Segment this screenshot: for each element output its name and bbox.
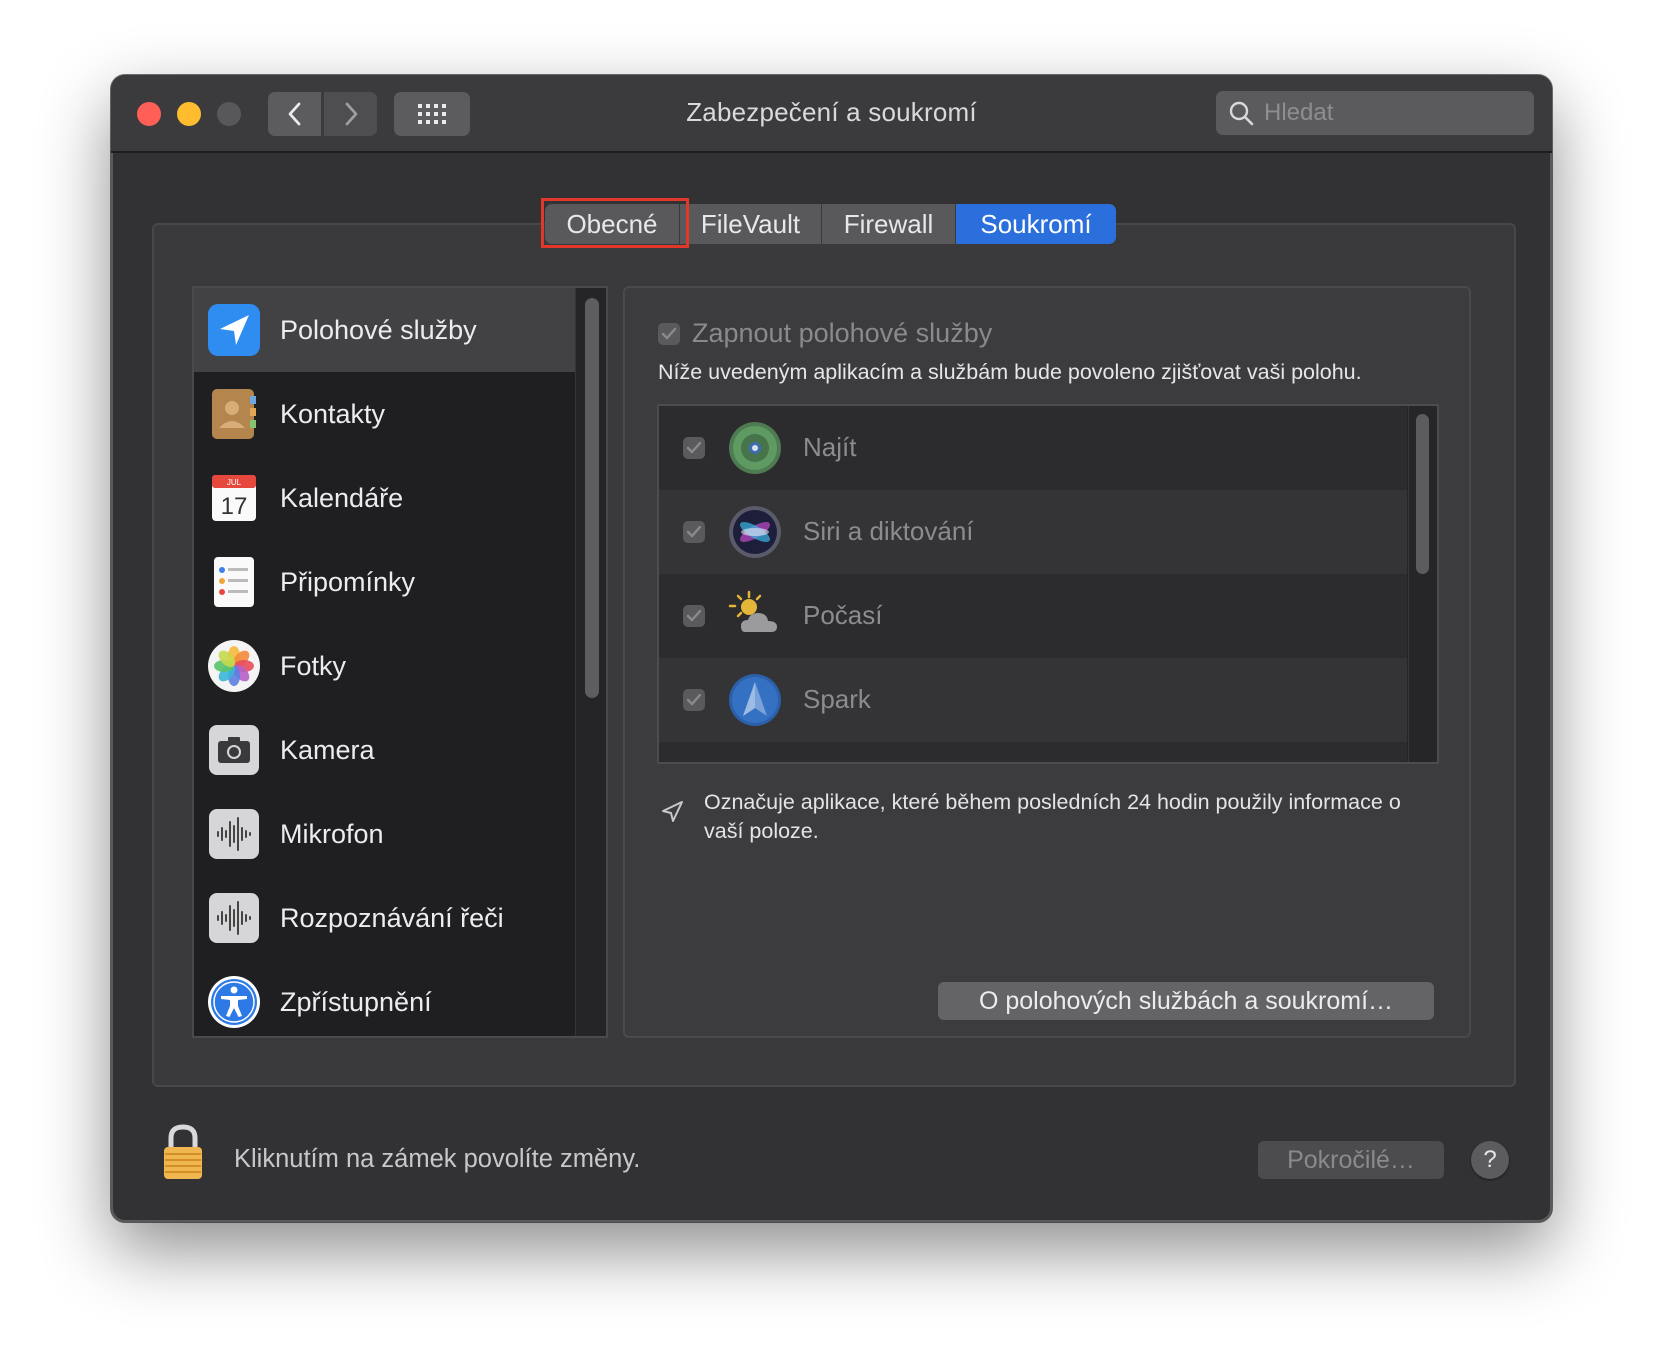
- app-checkbox[interactable]: [683, 689, 705, 711]
- sidebar-item-contacts[interactable]: Kontakty: [194, 372, 575, 456]
- checkmark-icon: [686, 525, 702, 538]
- tab-firewall[interactable]: Firewall: [822, 204, 956, 244]
- sidebar-item-label: Kalendáře: [280, 482, 404, 513]
- tab-general[interactable]: Obecné: [545, 204, 680, 244]
- app-name: Siri a diktování: [803, 516, 974, 546]
- list-item-siri[interactable]: Siri a diktování: [659, 490, 1407, 574]
- sidebar-item-microphone[interactable]: Mikrofon: [194, 792, 575, 876]
- calendar-icon-day: 17: [221, 493, 248, 520]
- tab-privacy[interactable]: Soukromí: [956, 204, 1116, 244]
- checkmark-icon: [686, 693, 702, 706]
- sidebar-scrollbar[interactable]: [585, 298, 599, 698]
- speech-recognition-icon: [209, 893, 259, 943]
- checkmark-icon: [661, 327, 677, 339]
- tab-bar: Obecné FileVault Firewall Soukromí: [545, 204, 1116, 244]
- enable-location-label: Zapnout polohové služby: [692, 318, 993, 348]
- location-arrow-icon: [208, 304, 260, 356]
- calendar-icon-month: JUL: [227, 478, 242, 487]
- accessibility-icon: [208, 976, 260, 1028]
- lock-instruction-text: Kliknutím na zámek povolíte změny.: [234, 1145, 641, 1173]
- app-checkbox[interactable]: [683, 437, 705, 459]
- search-icon: [1229, 101, 1254, 126]
- list-item-weather[interactable]: Počasí: [659, 574, 1407, 658]
- advanced-button[interactable]: Pokročilé…: [1258, 1141, 1444, 1179]
- app-list-scrollbar-thumb[interactable]: [1416, 414, 1429, 574]
- checkmark-icon: [686, 609, 702, 622]
- lock-icon[interactable]: [161, 1123, 205, 1181]
- sidebar-item-label: Zpřístupnění: [280, 986, 432, 1017]
- list-item-partial: [659, 742, 1407, 762]
- app-list-scrollbar[interactable]: [1408, 406, 1437, 762]
- sidebar-item-photos[interactable]: Fotky: [194, 624, 575, 708]
- location-arrow-outline-icon: [662, 801, 683, 822]
- sidebar-item-reminders[interactable]: Připomínky: [194, 540, 575, 624]
- privacy-category-list: Polohové služby Kontakty JUL 17 Kalendář…: [192, 286, 608, 1038]
- weather-icon: [728, 590, 777, 632]
- recent-location-note-text: Označuje aplikace, které během posledníc…: [704, 790, 1401, 843]
- app-checkbox[interactable]: [683, 521, 705, 543]
- sidebar-item-label: Kamera: [280, 734, 375, 765]
- reminders-icon: [214, 557, 254, 607]
- enable-location-checkbox[interactable]: [658, 322, 680, 345]
- photos-icon: [208, 640, 260, 692]
- microphone-icon: [209, 809, 259, 859]
- sidebar-item-location-services[interactable]: Polohové služby: [194, 288, 575, 372]
- sidebar-item-label: Kontakty: [280, 398, 386, 429]
- about-location-privacy-button[interactable]: O polohových službách a soukromí…: [938, 982, 1434, 1020]
- sidebar-item-label: Polohové služby: [280, 314, 477, 345]
- sidebar-item-calendars[interactable]: JUL 17 Kalendáře: [194, 456, 575, 540]
- spark-icon: [729, 674, 781, 726]
- app-name: Najít: [803, 432, 857, 462]
- find-my-icon: [729, 422, 781, 474]
- title-bar: Zabezpečení a soukromí: [111, 75, 1552, 153]
- sidebar-item-label: Rozpoznávání řeči: [280, 902, 504, 933]
- sidebar-scrollbar-track[interactable]: [575, 288, 606, 1036]
- app-name: Počasí: [803, 600, 883, 630]
- contacts-icon: [212, 389, 256, 439]
- list-item-find-my[interactable]: Najít: [659, 406, 1407, 490]
- location-description: Níže uvedeným aplikacím a službám bude p…: [658, 360, 1362, 384]
- enable-location-services-row[interactable]: Zapnout polohové služby: [658, 318, 992, 349]
- list-item-spark[interactable]: Spark: [659, 658, 1407, 742]
- sidebar-item-accessibility[interactable]: Zpřístupnění: [194, 960, 575, 1036]
- app-name: Spark: [803, 684, 871, 714]
- location-services-panel: Zapnout polohové služby Níže uvedeným ap…: [623, 286, 1471, 1038]
- location-app-list: Najít Siri a diktování Počasí Spark: [657, 404, 1439, 764]
- tab-filevault[interactable]: FileVault: [680, 204, 822, 244]
- sidebar-item-label: Fotky: [280, 650, 347, 681]
- camera-icon: [209, 725, 259, 775]
- app-checkbox[interactable]: [683, 605, 705, 627]
- checkmark-icon: [686, 441, 702, 454]
- search-input[interactable]: [1262, 98, 1526, 128]
- calendar-icon: JUL 17: [212, 475, 256, 521]
- help-button[interactable]: ?: [1471, 1141, 1509, 1179]
- preferences-window: Zabezpečení a soukromí Obecné FileVault …: [111, 75, 1552, 1222]
- sidebar-item-label: Připomínky: [280, 566, 416, 597]
- sidebar-item-label: Mikrofon: [280, 818, 384, 849]
- sidebar-item-camera[interactable]: Kamera: [194, 708, 575, 792]
- sidebar-item-speech-recognition[interactable]: Rozpoznávání řeči: [194, 876, 575, 960]
- siri-icon: [729, 506, 781, 558]
- search-field[interactable]: [1216, 91, 1534, 135]
